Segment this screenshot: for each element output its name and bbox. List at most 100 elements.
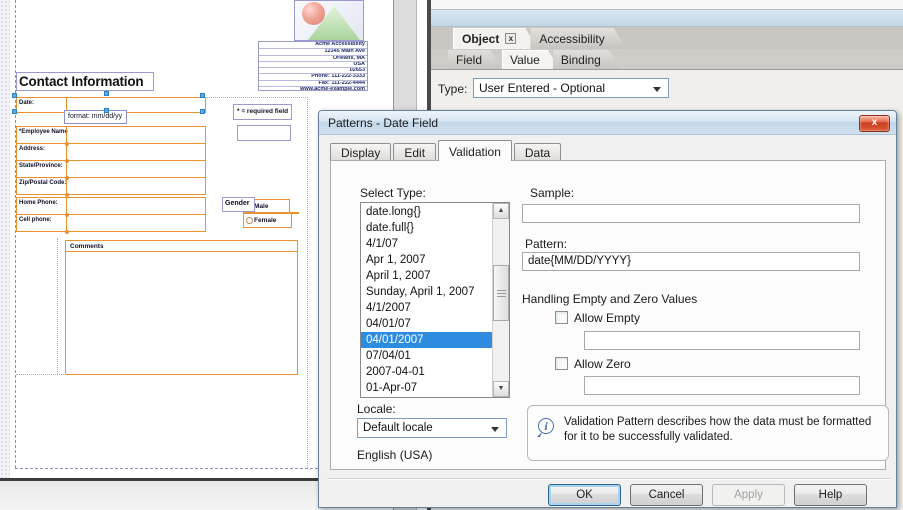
allow-zero-input[interactable] (584, 376, 860, 395)
list-item-selected[interactable]: 04/01/2007 (361, 332, 492, 348)
gender-divider-line (243, 212, 299, 214)
sample-label: Sample: (530, 186, 574, 200)
allow-zero-label: Allow Zero (574, 357, 631, 371)
locale-label: Locale: (357, 402, 396, 416)
field-caption: State/Province: (17, 161, 66, 177)
tab-edit[interactable]: Edit (393, 143, 436, 161)
subtab-field[interactable]: Field (448, 50, 502, 69)
tab-accessibility[interactable]: Accessibility (530, 28, 626, 49)
scrollbar-thumb[interactable] (493, 265, 509, 321)
field-caption: Home Phone: (17, 198, 66, 214)
apply-button[interactable]: Apply (712, 484, 785, 506)
validation-tab-panel: Select Type: date.long{} date.full{} 4/1… (330, 160, 886, 470)
selection-handle[interactable] (200, 93, 205, 98)
pattern-input[interactable]: date{MM/DD/YYYY} (522, 252, 860, 271)
list-item[interactable]: 07/04/01 (361, 348, 492, 364)
scroll-down-icon[interactable]: ▼ (493, 381, 509, 397)
field-value-area[interactable] (66, 215, 205, 231)
subform-guide-right (307, 97, 308, 468)
palette-subtab-strip: Field Value Binding (431, 49, 903, 70)
app-root: Contact Information Acme Accessibility 1… (0, 0, 903, 510)
allow-zero-checkbox[interactable] (555, 357, 568, 370)
field-value-area[interactable] (66, 144, 205, 160)
empty-text-box[interactable] (237, 125, 291, 141)
chevron-down-icon[interactable] (653, 87, 661, 92)
selection-handle[interactable] (104, 91, 109, 96)
page-boundary-left (15, 0, 16, 468)
dialog-title: Patterns - Date Field (319, 116, 438, 130)
field-caption: *Employee Name (17, 127, 66, 143)
palette-titlebar[interactable] (431, 10, 903, 27)
list-item[interactable]: 4/1/07 (361, 236, 492, 252)
required-field-note[interactable]: * = required field (233, 104, 292, 120)
close-dialog-button[interactable]: x (859, 115, 890, 132)
address-field[interactable]: Address: (16, 143, 206, 161)
list-scrollbar[interactable]: ▲ ▼ (492, 203, 509, 397)
selection-handle[interactable] (12, 109, 17, 114)
chevron-down-icon[interactable] (491, 427, 499, 432)
field-caption: Cell phone: (17, 215, 66, 231)
gender-female-option[interactable]: Female (243, 213, 292, 228)
zip-postal-field[interactable]: Zip/Postal Code: (16, 177, 206, 195)
info-text: Validation Pattern describes how the dat… (564, 415, 874, 445)
state-province-field[interactable]: State/Province: (16, 160, 206, 178)
employee-name-field[interactable]: *Employee Name (16, 126, 206, 144)
cell-phone-field[interactable]: Cell phone: (16, 214, 206, 232)
field-value-area[interactable] (66, 178, 205, 194)
gender-group-label[interactable]: Gender (222, 197, 255, 212)
tab-validation[interactable]: Validation (438, 140, 512, 161)
validation-info-box: i Validation Pattern describes how the d… (527, 405, 889, 461)
list-item[interactable]: date.full{} (361, 220, 492, 236)
help-button[interactable]: Help (794, 484, 867, 506)
canvas-margin-texture (0, 0, 10, 478)
home-phone-field[interactable]: Home Phone: (16, 197, 206, 215)
company-logo-image[interactable] (294, 0, 364, 41)
phone-field-group: Home Phone: Cell phone: (16, 198, 206, 232)
list-item[interactable]: date.long{} (361, 204, 492, 220)
tab-accessibility-label: Accessibility (539, 32, 604, 46)
allow-empty-input[interactable] (584, 331, 860, 350)
list-item[interactable]: 01-Apr-07 (361, 380, 492, 396)
selection-handle[interactable] (12, 93, 17, 98)
dialog-separator (327, 478, 890, 480)
form-heading[interactable]: Contact Information (16, 72, 154, 91)
list-item[interactable]: Sunday, April 1, 2007 (361, 284, 492, 300)
selection-handle[interactable] (104, 108, 109, 113)
pattern-type-listbox[interactable]: date.long{} date.full{} 4/1/07 Apr 1, 20… (360, 202, 510, 398)
list-item[interactable]: April 1, 2007 (361, 268, 492, 284)
allow-empty-checkbox[interactable] (555, 311, 568, 324)
subtab-value[interactable]: Value (502, 50, 560, 69)
company-address-block[interactable]: Acme Accessibility 12345 Main Ave Orlean… (258, 41, 368, 91)
handling-section-label: Handling Empty and Zero Values (522, 292, 697, 306)
comments-field[interactable]: Comments (65, 240, 298, 375)
field-caption: Address: (17, 144, 66, 160)
date-format-hint[interactable]: format: mm/dd/yy (64, 110, 127, 124)
cancel-button[interactable]: Cancel (630, 484, 703, 506)
tab-data[interactable]: Data (514, 143, 561, 161)
scroll-up-icon[interactable]: ▲ (493, 203, 509, 219)
list-item[interactable]: 04/01/07 (361, 316, 492, 332)
field-value-area[interactable] (66, 198, 205, 214)
tab-display[interactable]: Display (330, 143, 391, 161)
list-item[interactable]: 2007-04-01 (361, 364, 492, 380)
locale-dropdown[interactable]: Default locale (357, 418, 507, 438)
palette-tab-strip: Object x Accessibility (431, 27, 903, 49)
tab-object-label: Object (462, 32, 499, 46)
sample-input[interactable] (522, 204, 860, 223)
close-palette-icon[interactable]: x (505, 33, 516, 44)
radio-label: Male (254, 203, 268, 210)
field-value-area[interactable] (66, 161, 205, 177)
selection-handle[interactable] (200, 109, 205, 114)
list-item[interactable]: Apr 1, 2007 (361, 252, 492, 268)
type-dropdown[interactable]: User Entered - Optional (473, 78, 669, 98)
radio-label: Female (254, 217, 276, 224)
value-tab-content: Type: User Entered - Optional (431, 70, 903, 112)
subtab-binding[interactable]: Binding (553, 50, 621, 69)
tab-object[interactable]: Object x (453, 28, 538, 49)
dialog-titlebar[interactable]: Patterns - Date Field x (319, 111, 896, 135)
radio-button-icon[interactable] (246, 217, 253, 224)
ok-button[interactable]: OK (548, 484, 621, 506)
field-value-area[interactable] (66, 127, 205, 143)
logo-sun-shape (302, 2, 325, 25)
list-item[interactable]: 4/1/2007 (361, 300, 492, 316)
